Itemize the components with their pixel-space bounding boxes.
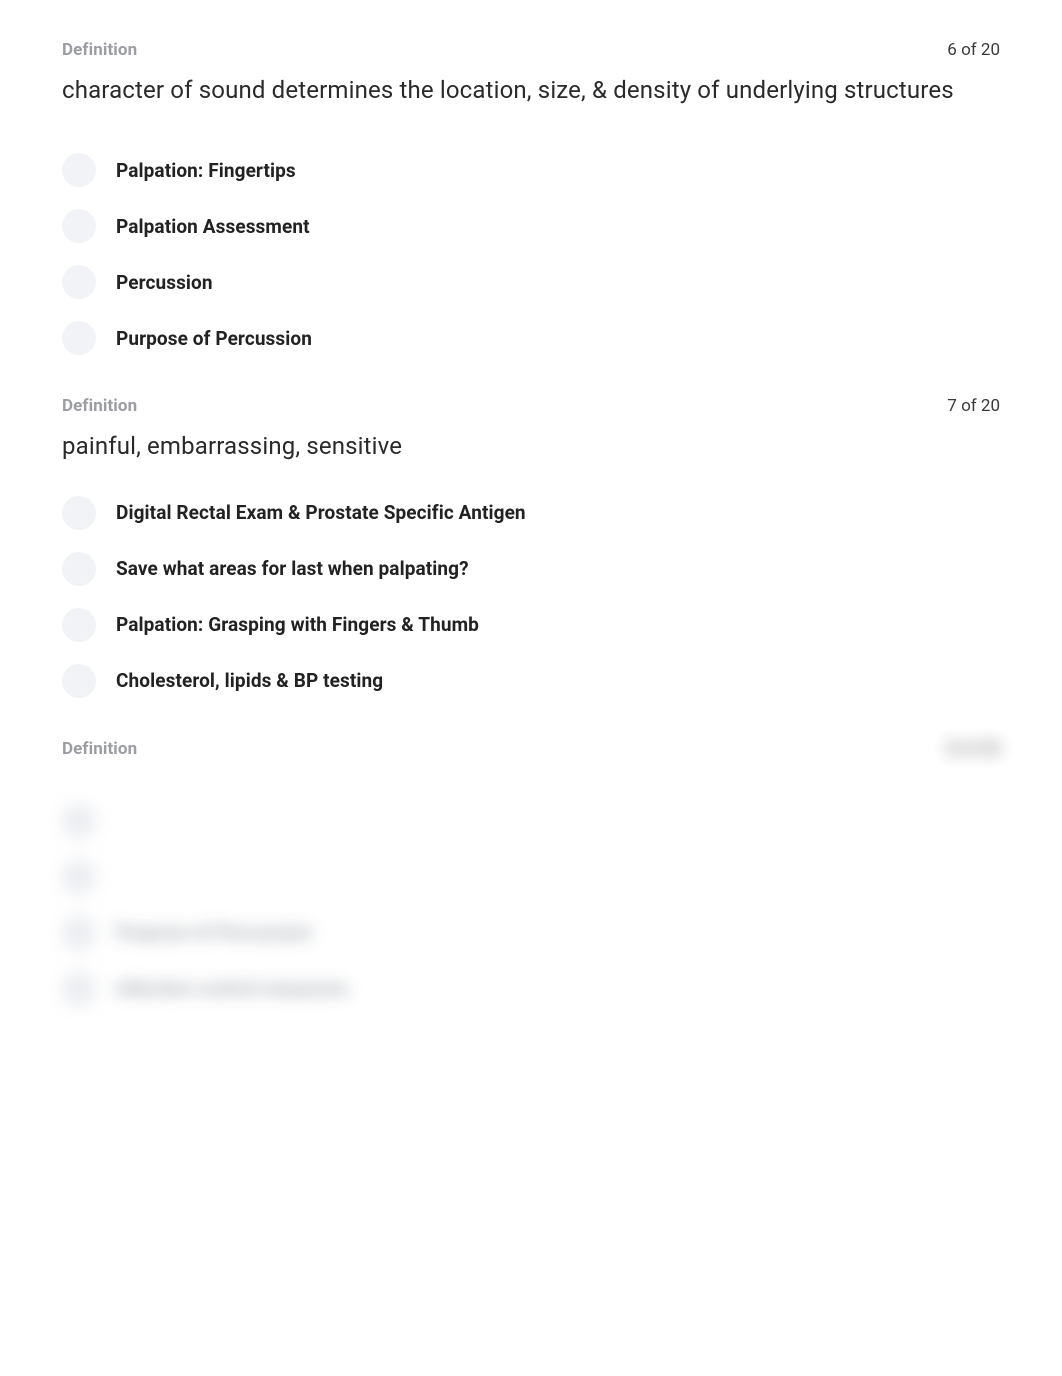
radio-icon[interactable]: [62, 608, 96, 642]
option-label: Cholesterol, lipids & BP testing: [116, 669, 383, 692]
option-row-locked: Infection control measures: [62, 961, 1000, 1017]
question-block-6: Definition 6 of 20 character of sound de…: [62, 40, 1000, 366]
option-label: Infection control measures: [116, 977, 348, 1000]
question-block-locked: Definition 8 of 20 Purpose of Percussion…: [62, 739, 1000, 1017]
definition-label: Definition: [62, 396, 137, 416]
radio-icon[interactable]: [62, 265, 96, 299]
option-row-locked: [62, 793, 1000, 849]
definition-label: Definition: [62, 739, 137, 759]
radio-icon[interactable]: [62, 664, 96, 698]
radio-icon[interactable]: [62, 153, 96, 187]
radio-icon: [62, 972, 96, 1006]
option-row-locked: [62, 849, 1000, 905]
radio-icon[interactable]: [62, 496, 96, 530]
option-label: Palpation: Fingertips: [116, 159, 296, 182]
option-row[interactable]: Save what areas for last when palpating?: [62, 541, 1000, 597]
option-row[interactable]: Palpation: Grasping with Fingers & Thumb: [62, 597, 1000, 653]
definition-label: Definition: [62, 40, 137, 60]
radio-icon[interactable]: [62, 552, 96, 586]
radio-icon[interactable]: [62, 321, 96, 355]
option-label: Digital Rectal Exam & Prostate Specific …: [116, 501, 526, 524]
option-row[interactable]: Cholesterol, lipids & BP testing: [62, 653, 1000, 709]
question-counter-locked: 8 of 20: [947, 739, 1000, 759]
radio-icon[interactable]: [62, 209, 96, 243]
option-label: Purpose of Percussion: [116, 921, 312, 944]
option-label: Purpose of Percussion: [116, 327, 312, 350]
definition-text: painful, embarrassing, sensitive: [62, 430, 1000, 462]
definition-header: Definition 7 of 20: [62, 396, 1000, 416]
option-row[interactable]: Percussion: [62, 254, 1000, 310]
option-label: Save what areas for last when palpating?: [116, 557, 469, 580]
option-row[interactable]: Palpation Assessment: [62, 198, 1000, 254]
option-label: Palpation: Grasping with Fingers & Thumb: [116, 613, 479, 636]
locked-content: Purpose of Percussion Infection control …: [62, 793, 1000, 1017]
option-row-locked: Purpose of Percussion: [62, 905, 1000, 961]
option-row[interactable]: Palpation: Fingertips: [62, 142, 1000, 198]
definition-header: Definition 6 of 20: [62, 40, 1000, 60]
definition-text: character of sound determines the locati…: [62, 74, 1000, 106]
radio-icon: [62, 804, 96, 838]
question-counter: 6 of 20: [947, 40, 1000, 60]
question-counter: 7 of 20: [947, 396, 1000, 416]
option-row[interactable]: Digital Rectal Exam & Prostate Specific …: [62, 485, 1000, 541]
radio-icon: [62, 916, 96, 950]
option-label: Percussion: [116, 271, 213, 294]
definition-header: Definition 8 of 20: [62, 739, 1000, 759]
radio-icon: [62, 860, 96, 894]
option-row[interactable]: Purpose of Percussion: [62, 310, 1000, 366]
option-label: Palpation Assessment: [116, 215, 310, 238]
question-block-7: Definition 7 of 20 painful, embarrassing…: [62, 396, 1000, 708]
